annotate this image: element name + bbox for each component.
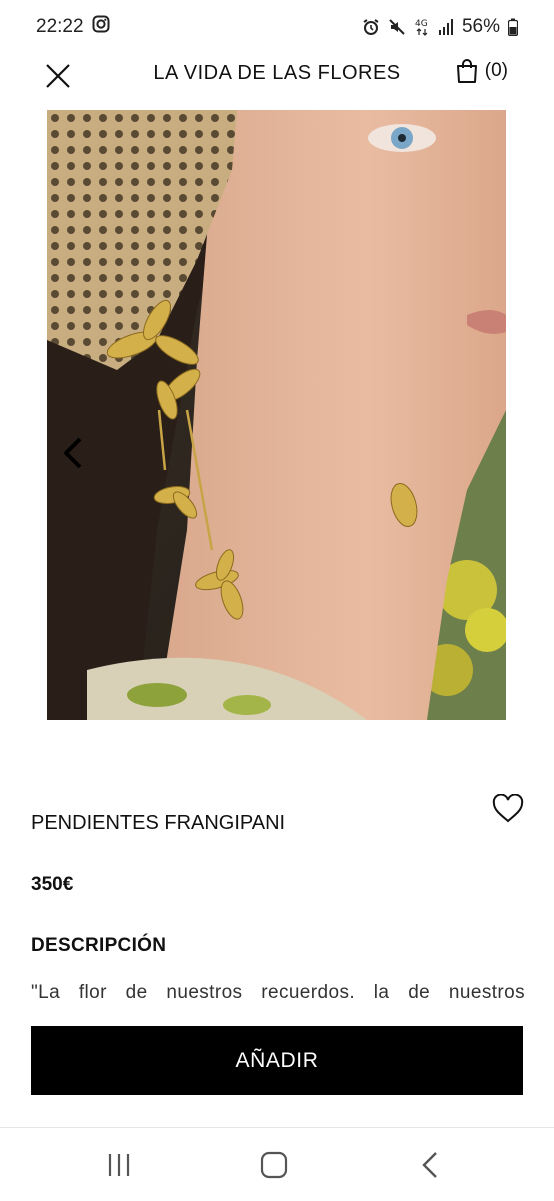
recent-apps-icon	[108, 1154, 130, 1176]
signal-icon	[438, 18, 454, 36]
back-icon	[422, 1152, 437, 1178]
svg-text:4G: 4G	[415, 19, 428, 29]
description-text: "La flor de nuestros recuerdos, la de nu…	[31, 982, 525, 998]
product-image[interactable]	[47, 110, 506, 720]
back-button[interactable]	[416, 1150, 446, 1180]
mute-icon	[388, 18, 406, 36]
4g-icon: 4G	[414, 17, 430, 37]
description-heading: DESCRIPCIÓN	[31, 935, 167, 956]
cart-count: (0)	[484, 60, 508, 81]
wishlist-button[interactable]	[492, 793, 524, 824]
status-right: 4G 56%	[362, 16, 518, 38]
battery-icon	[508, 18, 518, 36]
home-icon	[260, 1151, 288, 1179]
instagram-icon	[92, 15, 110, 39]
chevron-left-icon	[64, 437, 82, 469]
heart-outline-icon	[492, 793, 524, 823]
cart-button[interactable]: (0)	[455, 58, 508, 84]
status-time: 22:22	[36, 16, 84, 37]
product-price: 350€	[31, 874, 74, 895]
app-header: LA VIDA DE LAS FLORES (0)	[0, 54, 554, 98]
status-left: 22:22	[36, 15, 110, 39]
status-bar: 22:22 4G 56%	[0, 0, 554, 54]
product-name: PENDIENTES FRANGIPANI	[31, 812, 286, 834]
add-to-cart-button[interactable]: AÑADIR	[31, 1026, 523, 1095]
alarm-icon	[362, 18, 380, 36]
description-text-container[interactable]: "La flor de nuestros recuerdos, la de nu…	[31, 981, 525, 998]
recent-apps-button[interactable]	[104, 1150, 134, 1180]
shopping-bag-icon	[456, 59, 477, 83]
system-nav-bar	[0, 1127, 554, 1201]
previous-image-button[interactable]	[58, 435, 88, 471]
home-button[interactable]	[259, 1150, 289, 1180]
battery-percent: 56%	[461, 16, 500, 37]
